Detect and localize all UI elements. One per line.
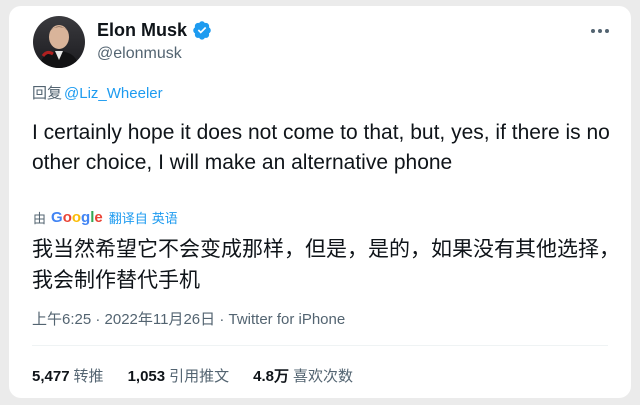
retweets-stat[interactable]: 5,477 转推 — [32, 365, 104, 386]
more-options-icon[interactable] — [587, 18, 613, 44]
author-display-name[interactable]: Elon Musk — [97, 19, 187, 41]
tweet-stats: 5,477 转推 1,053 引用推文 4.8万 喜欢次数 — [32, 365, 377, 386]
author-handle[interactable]: @elonmusk — [97, 43, 212, 65]
tweet-timestamp[interactable]: 上午6:25 · 2022年11月26日 · Twitter for iPhon… — [32, 308, 345, 329]
likes-stat[interactable]: 4.8万 喜欢次数 — [253, 365, 353, 386]
author-names: Elon Musk @elonmusk — [97, 19, 212, 65]
tweet-card: Elon Musk @elonmusk 回复 @Liz_Wheeler I cer… — [9, 6, 631, 398]
translated-text: 我当然希望它不会变成那样，但是，是的，如果没有其他选择，我会制作替代手机 — [32, 237, 620, 292]
quotes-stat[interactable]: 1,053 引用推文 — [128, 365, 230, 386]
divider — [32, 345, 608, 346]
translation-source-language[interactable]: 英语 — [152, 208, 178, 227]
translation-link[interactable]: 翻译自 — [109, 208, 148, 227]
author-name-row: Elon Musk — [97, 19, 212, 41]
likes-label: 喜欢次数 — [292, 368, 353, 385]
verified-badge-icon — [192, 20, 212, 40]
retweets-count: 5,477 — [32, 368, 70, 385]
reply-context: 回复 @Liz_Wheeler — [32, 82, 163, 103]
retweets-label: 转推 — [73, 368, 104, 385]
reply-mention-link[interactable]: @Liz_Wheeler — [64, 85, 163, 102]
quotes-label: 引用推文 — [169, 368, 230, 385]
translation-by-label: 由 — [33, 211, 47, 226]
google-logo: Google — [51, 209, 103, 226]
tweet-text: I certainly hope it does not come to tha… — [32, 121, 610, 174]
avatar[interactable] — [33, 16, 85, 68]
quotes-count: 1,053 — [127, 368, 166, 385]
likes-count: 4.8万 — [253, 368, 289, 385]
avatar-image — [33, 16, 85, 68]
tweet-header: Elon Musk @elonmusk — [33, 16, 212, 68]
reply-prefix: 回复 — [32, 85, 63, 102]
translation-attribution: 由 Google 翻译自 英语 — [33, 208, 182, 227]
